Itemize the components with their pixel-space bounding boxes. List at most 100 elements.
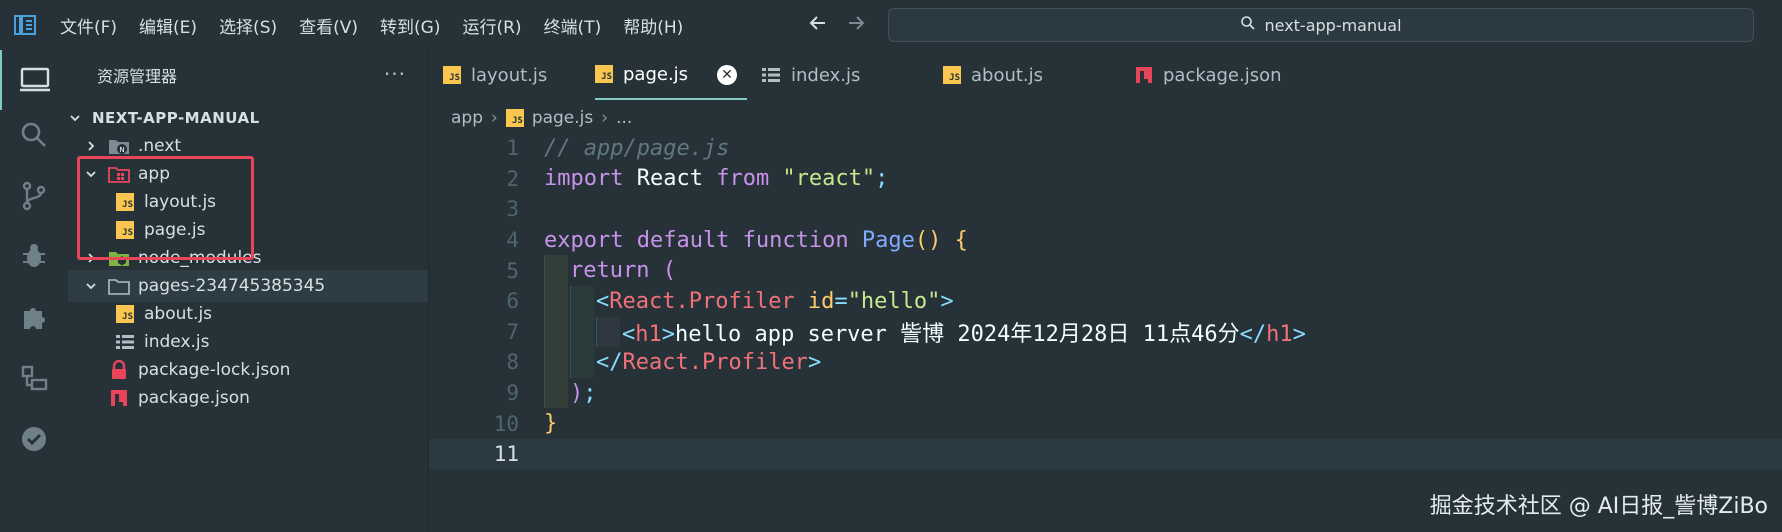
chevron-right-icon	[84, 139, 98, 153]
chevron-right-icon: ›	[491, 108, 498, 128]
line-number: 4	[506, 228, 519, 253]
code-text: hello app server 訾博 2024年12月28日 11点46分	[675, 321, 1240, 347]
lock-icon	[108, 359, 130, 380]
navigation-arrows	[808, 13, 866, 37]
highlight-annotation-box	[77, 156, 254, 260]
code-tag: h1	[1266, 321, 1293, 347]
code-function-name: Page	[848, 227, 915, 253]
command-center-search[interactable]: next-app-manual	[888, 8, 1754, 42]
indent-guide	[544, 316, 568, 348]
indent-guide	[570, 316, 594, 348]
menu-view[interactable]: 查看(V)	[299, 13, 358, 38]
tree-item-about-js[interactable]: JS about.js	[68, 298, 428, 330]
js-file-icon: JS	[114, 304, 136, 324]
code-comment: // app/page.js	[544, 135, 730, 161]
code-tag: React.Profiler	[609, 288, 795, 314]
menu-edit[interactable]: 编辑(E)	[139, 13, 197, 38]
explorer-title: 资源管理器	[97, 67, 178, 86]
code-punctuation: }	[544, 411, 558, 437]
code-string: "hello"	[847, 288, 941, 314]
line-number: 7	[506, 319, 519, 344]
tab-label: package.json	[1163, 64, 1282, 86]
menu-help[interactable]: 帮助(H)	[623, 13, 683, 38]
tab-page-js[interactable]: JS page.js ✕	[595, 50, 747, 100]
indent-guide	[570, 286, 594, 317]
code-string: "react"	[769, 166, 876, 192]
vscode-logo-icon	[12, 14, 38, 36]
tree-root-folder[interactable]: NEXT-APP-MANUAL	[68, 102, 428, 134]
code-line: 8 </React.Profiler>	[429, 347, 1782, 378]
explorer-icon[interactable]	[0, 50, 68, 110]
explorer-header: 资源管理器 ···	[68, 50, 428, 100]
search-icon[interactable]	[0, 105, 68, 165]
menu-run[interactable]: 运行(R)	[462, 13, 521, 38]
chevron-down-icon	[68, 111, 82, 125]
indent-guide	[570, 347, 594, 378]
debug-icon[interactable]	[0, 226, 68, 286]
code-punctuation: =	[834, 288, 848, 314]
tab-package-json[interactable]: package.json	[1135, 50, 1315, 100]
svg-text:N: N	[119, 146, 124, 154]
tab-index-js[interactable]: index.js	[761, 50, 901, 100]
code-line: 10 }	[429, 408, 1782, 439]
tab-about-js[interactable]: JS about.js	[943, 50, 1083, 100]
code-punctuation: >	[940, 288, 954, 314]
search-icon	[1240, 15, 1256, 35]
source-control-icon[interactable]	[0, 166, 68, 226]
menu-file[interactable]: 文件(F)	[60, 13, 117, 38]
indent-guide	[544, 347, 568, 378]
code-line: 2 import React from "react";	[429, 164, 1782, 195]
code-attribute: id	[794, 288, 835, 314]
tree-item-label: about.js	[144, 303, 213, 324]
back-arrow-icon[interactable]	[808, 13, 828, 37]
tree-item-index-js[interactable]: index.js	[68, 326, 428, 358]
more-actions-icon[interactable]: ···	[384, 62, 406, 86]
code-line: 6 <React.Profiler id="hello">	[429, 286, 1782, 317]
tree-item-package-json[interactable]: package.json	[68, 382, 428, 414]
forward-arrow-icon[interactable]	[846, 13, 866, 37]
code-punctuation: ()	[914, 227, 942, 253]
code-punctuation: <	[622, 321, 636, 347]
menu-terminal[interactable]: 终端(T)	[544, 13, 602, 38]
code-identifier: React	[623, 166, 717, 192]
breadcrumb-file[interactable]: page.js	[532, 108, 593, 128]
extensions-icon[interactable]	[0, 287, 68, 347]
breadcrumb-folder[interactable]: app	[451, 108, 483, 128]
line-number: 5	[506, 258, 519, 283]
line-number: 9	[506, 381, 519, 406]
remote-explorer-icon[interactable]	[0, 348, 68, 408]
js-file-icon: JS	[943, 66, 961, 84]
npm-icon	[108, 388, 130, 408]
code-line: 5 return (	[429, 255, 1782, 286]
tree-item-label: package-lock.json	[138, 359, 291, 380]
testing-icon[interactable]	[0, 409, 68, 469]
indent-guide	[596, 316, 620, 348]
code-editor[interactable]: 1 // app/page.js 2 import React from "re…	[429, 133, 1782, 532]
code-punctuation: )	[570, 380, 584, 406]
code-keyword: return	[570, 258, 650, 284]
code-line: 4 export default function Page() {	[429, 225, 1782, 256]
breadcrumb-more[interactable]: ...	[616, 108, 632, 128]
code-punctuation: ;	[875, 166, 889, 192]
tab-layout-js[interactable]: JS layout.js	[443, 50, 583, 100]
code-keyword: import	[544, 166, 624, 192]
tab-label: page.js	[623, 63, 689, 85]
npm-icon	[1135, 66, 1153, 84]
code-punctuation: (	[649, 258, 676, 284]
tree-item-package-lock-json[interactable]: package-lock.json	[68, 354, 428, 386]
close-icon[interactable]: ✕	[717, 65, 737, 85]
code-line: 1 // app/page.js	[429, 133, 1782, 164]
breadcrumb: app › JS page.js › ...	[451, 104, 632, 132]
line-number: 8	[506, 350, 519, 375]
indent-guide	[544, 255, 568, 286]
code-tag: h1	[635, 321, 662, 347]
menu-selection[interactable]: 选择(S)	[219, 13, 277, 38]
editor-tabs: JS layout.js JS page.js ✕ index.js JS ab…	[429, 50, 1782, 100]
js-file-icon: JS	[595, 65, 613, 83]
index-file-icon	[114, 332, 136, 352]
tree-item-pages[interactable]: pages-234745385345	[68, 270, 428, 302]
tab-label: layout.js	[471, 64, 548, 86]
line-number: 10	[493, 411, 519, 436]
menu-go[interactable]: 转到(G)	[380, 13, 440, 38]
tab-label: about.js	[971, 64, 1044, 86]
